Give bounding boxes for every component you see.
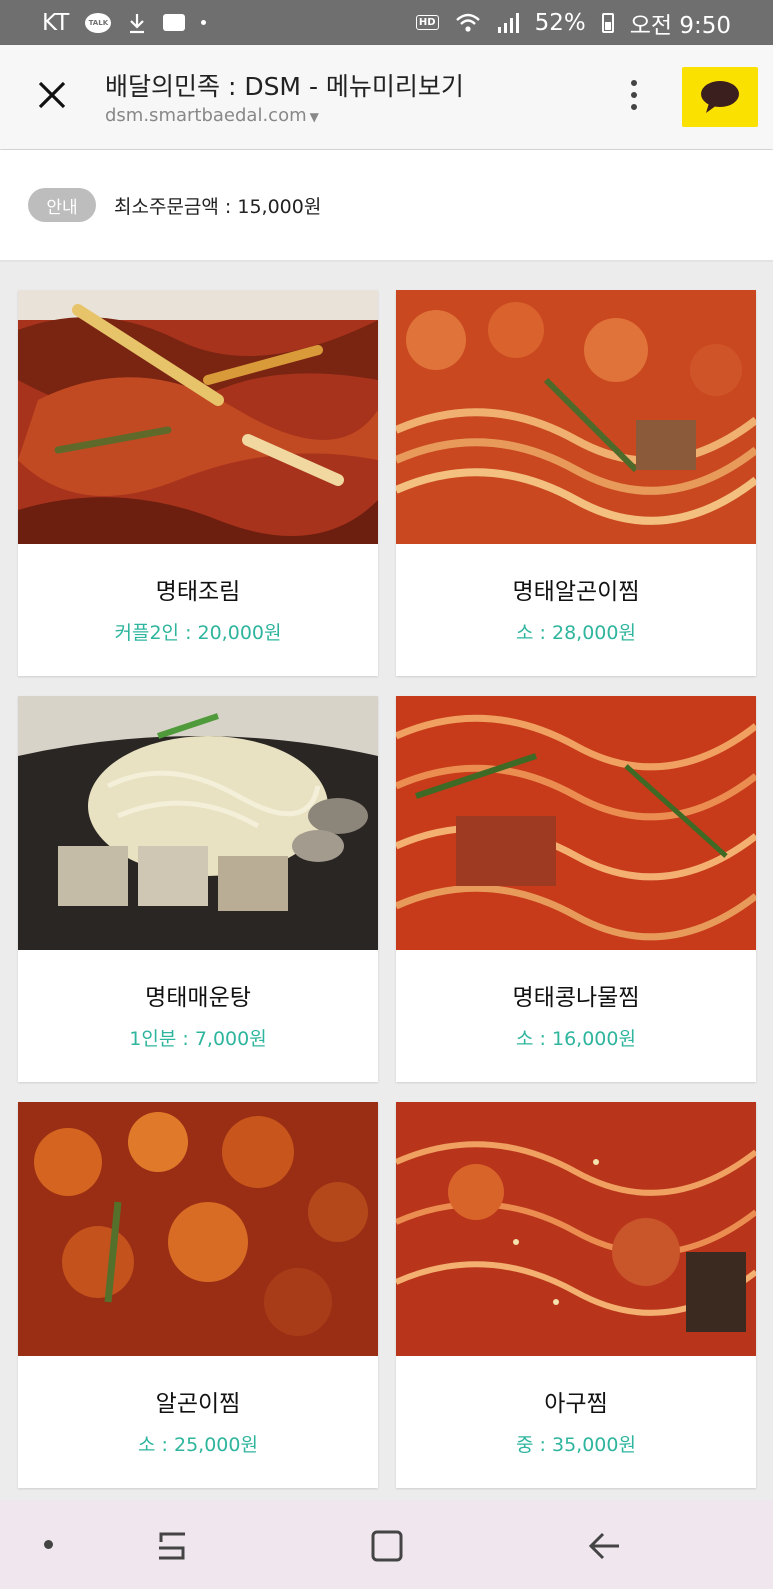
menu-info: 명태조림 커플2인 : 20,000원	[18, 544, 378, 676]
signal-icon	[497, 12, 519, 34]
menu-info: 명태콩나물찜 소 : 16,000원	[396, 950, 756, 1082]
minimum-order-text: 최소주문금액 : 15,000원	[114, 195, 322, 218]
menu-card[interactable]: 명태조림 커플2인 : 20,000원	[18, 290, 378, 676]
close-icon	[38, 81, 66, 109]
menu-name: 명태알곤이찜	[512, 578, 640, 605]
message-icon	[163, 14, 186, 31]
page-url[interactable]: dsm.smartbaedal.com ▼	[105, 105, 319, 126]
menu-image	[396, 696, 756, 950]
url-dropdown-icon: ▼	[309, 110, 319, 124]
kakaotalk-button[interactable]	[682, 67, 758, 127]
notice-badge: 안내	[28, 188, 96, 222]
kakaotalk-notification-icon: TALK	[85, 12, 112, 33]
menu-info: 명태매운탕 1인분 : 7,000원	[18, 950, 378, 1082]
battery-icon	[601, 12, 614, 33]
menu-card[interactable]: 명태알곤이찜 소 : 28,000원	[396, 290, 756, 676]
recent-apps-icon	[159, 1532, 185, 1560]
menu-name: 명태조림	[155, 578, 241, 605]
back-button[interactable]	[582, 1524, 626, 1568]
page-title: 배달의민족 : DSM - 메뉴미리보기	[105, 72, 464, 101]
more-dot-icon	[631, 80, 637, 86]
menu-grid: 명태조림 커플2인 : 20,000원 명태알곤이찜 소 : 28,000원 명…	[18, 290, 756, 1488]
recent-apps-button[interactable]	[150, 1526, 194, 1566]
close-button[interactable]	[32, 75, 72, 115]
chat-bubble-icon	[701, 81, 739, 113]
download-icon	[127, 12, 147, 34]
menu-card[interactable]: 명태콩나물찜 소 : 16,000원	[396, 696, 756, 1082]
menu-image	[18, 696, 378, 950]
menu-name: 아구찜	[544, 1390, 608, 1417]
menu-name: 알곤이찜	[155, 1390, 241, 1417]
menu-name: 명태콩나물찜	[512, 984, 640, 1011]
status-left: KT TALK	[42, 9, 207, 36]
menu-image	[396, 290, 756, 544]
home-button[interactable]	[365, 1524, 409, 1568]
menu-price: 소 : 28,000원	[516, 621, 636, 644]
wifi-icon	[455, 12, 481, 34]
navigation-bar	[0, 1500, 773, 1589]
home-icon	[371, 1530, 403, 1562]
status-right: HD 52% 오전 9:50	[415, 6, 731, 40]
back-arrow-icon	[588, 1532, 619, 1560]
carrier-label: KT	[42, 9, 70, 36]
menu-card[interactable]: 명태매운탕 1인분 : 7,000원	[18, 696, 378, 1082]
menu-price: 소 : 25,000원	[138, 1433, 258, 1456]
menu-info: 명태알곤이찜 소 : 28,000원	[396, 544, 756, 676]
menu-price: 커플2인 : 20,000원	[114, 621, 282, 644]
menu-price: 중 : 35,000원	[516, 1433, 636, 1456]
menu-info: 알곤이찜 소 : 25,000원	[18, 1356, 378, 1488]
menu-card[interactable]: 알곤이찜 소 : 25,000원	[18, 1102, 378, 1488]
clock: 오전 9:50	[629, 12, 731, 39]
nav-dot-icon[interactable]	[40, 1536, 56, 1552]
menu-price: 소 : 16,000원	[516, 1027, 636, 1050]
more-options-button[interactable]	[620, 75, 648, 115]
status-bar: KT TALK HD 52% 오전 9:50	[0, 0, 773, 45]
menu-card[interactable]: 아구찜 중 : 35,000원	[396, 1102, 756, 1488]
more-dot-icon	[631, 92, 637, 98]
menu-info: 아구찜 중 : 35,000원	[396, 1356, 756, 1488]
notice-bar: 안내 최소주문금액 : 15,000원	[0, 150, 773, 262]
url-text: dsm.smartbaedal.com	[105, 105, 307, 126]
battery-percent: 52%	[534, 9, 586, 36]
hd-voice-icon: HD	[415, 15, 439, 30]
menu-image	[18, 290, 378, 544]
more-dot-icon	[631, 104, 637, 110]
more-notifications-icon	[201, 20, 207, 25]
browser-header: 배달의민족 : DSM - 메뉴미리보기 dsm.smartbaedal.com…	[0, 45, 773, 149]
menu-image	[18, 1102, 378, 1356]
menu-name: 명태매운탕	[145, 984, 251, 1011]
menu-image	[396, 1102, 756, 1356]
menu-price: 1인분 : 7,000원	[129, 1027, 267, 1050]
